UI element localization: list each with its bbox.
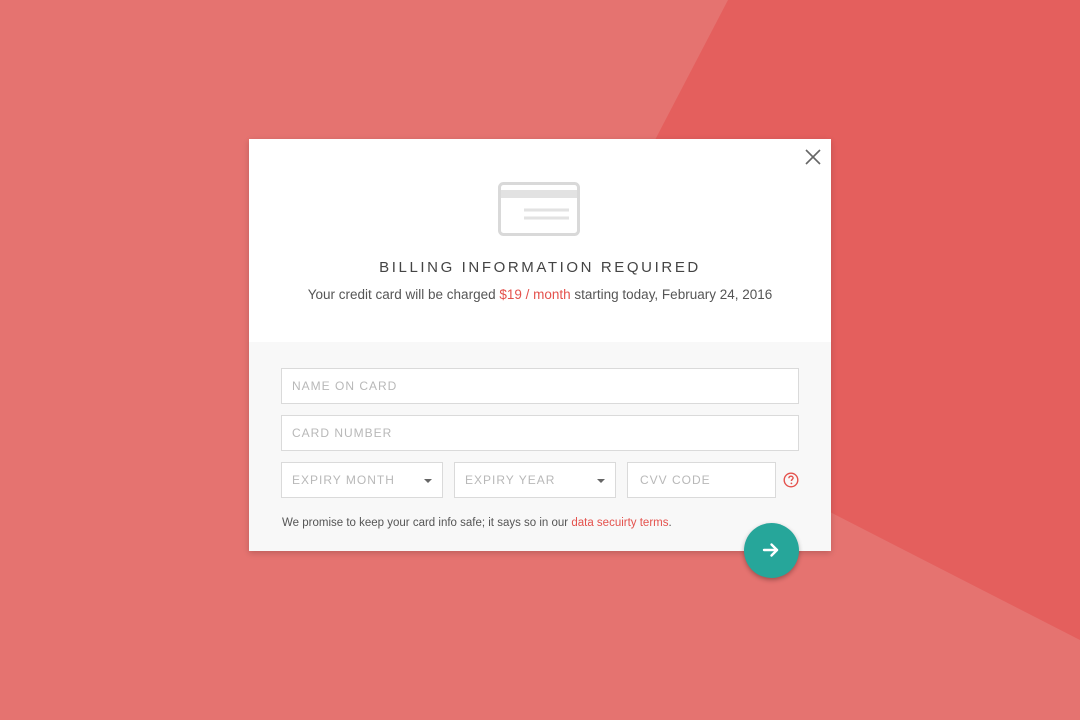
charge-suffix: starting today, February 24, 2016	[570, 287, 773, 302]
chevron-down-icon	[597, 479, 605, 483]
expiry-month-select[interactable]: EXPIRY MONTH	[281, 462, 443, 498]
card-number-input[interactable]	[292, 416, 798, 450]
security-note: We promise to keep your card info safe; …	[282, 517, 672, 529]
card-number-field[interactable]	[281, 415, 799, 451]
modal-header: BILLING INFORMATION REQUIRED Your credit…	[249, 139, 831, 342]
modal-title: BILLING INFORMATION REQUIRED	[379, 259, 701, 276]
submit-button[interactable]	[744, 523, 799, 578]
close-button[interactable]	[803, 147, 823, 167]
expiry-year-label: EXPIRY YEAR	[465, 473, 556, 487]
credit-card-icon	[498, 182, 580, 236]
name-on-card-input[interactable]	[292, 369, 798, 403]
billing-form: EXPIRY MONTH EXPIRY YEAR We promise to k…	[249, 342, 831, 551]
expiry-year-select[interactable]: EXPIRY YEAR	[454, 462, 616, 498]
billing-modal: BILLING INFORMATION REQUIRED Your credit…	[249, 139, 831, 578]
close-icon[interactable]	[803, 147, 823, 167]
chevron-down-icon	[424, 479, 432, 483]
name-on-card-field[interactable]	[281, 368, 799, 404]
security-note-end: .	[668, 517, 672, 529]
cvv-input[interactable]	[640, 463, 775, 497]
expiry-month-label: EXPIRY MONTH	[292, 473, 395, 487]
security-terms-link[interactable]: data secuirty terms	[571, 517, 668, 529]
security-note-text: We promise to keep your card info safe; …	[282, 517, 572, 529]
cvv-field[interactable]	[627, 462, 776, 498]
question-circle-icon[interactable]	[783, 472, 799, 488]
charge-prefix: Your credit card will be charged	[307, 287, 500, 302]
price-label: $19 / month	[499, 287, 571, 302]
charge-description: Your credit card will be charged $19 / m…	[249, 287, 831, 302]
arrow-right-icon	[762, 543, 779, 557]
